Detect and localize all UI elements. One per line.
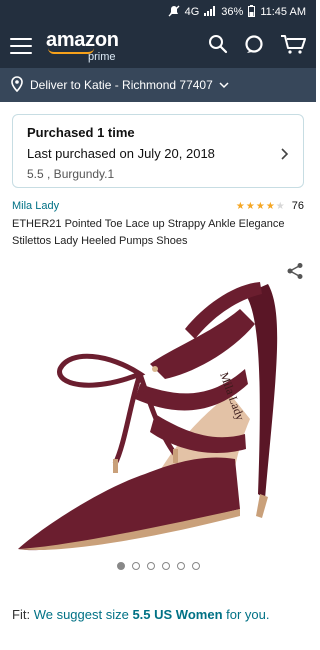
fit-text-end: for you.: [226, 607, 270, 622]
purchase-history-card[interactable]: Purchased 1 time Last purchased on July …: [12, 114, 304, 188]
search-icon[interactable]: [208, 34, 228, 59]
alexa-icon[interactable]: [244, 34, 264, 59]
chevron-down-icon: [219, 78, 229, 92]
battery-label: 36%: [221, 6, 244, 18]
fit-text: We suggest size: [33, 607, 129, 622]
image-pager[interactable]: [0, 562, 316, 570]
deliver-text: Deliver to Katie - Richmond 77407: [30, 78, 213, 92]
recommended-size[interactable]: 5.5 US Women: [132, 607, 222, 622]
cart-icon[interactable]: [280, 34, 306, 59]
deliver-to-bar[interactable]: Deliver to Katie - Richmond 77407: [0, 68, 316, 102]
signal-icon: [204, 5, 216, 19]
product-title: ETHER21 Pointed Toe Lace up Strappy Ankl…: [12, 218, 285, 247]
rating[interactable]: ★★★★★ 76: [236, 200, 304, 212]
mute-icon: [168, 5, 180, 20]
star-rating: ★★★★★: [235, 200, 286, 212]
size-recommendation: Fit: We suggest size 5.5 US Women for yo…: [12, 607, 270, 622]
pager-dot[interactable]: [131, 562, 140, 570]
review-count: 76: [291, 200, 304, 212]
brand-link[interactable]: Mila Lady: [12, 200, 59, 212]
pager-dot[interactable]: [146, 562, 155, 570]
logo-prime: prime: [88, 50, 116, 63]
status-bar: 4G 36% 11:45 AM: [0, 0, 316, 24]
pager-dot[interactable]: [191, 562, 200, 570]
pager-dot[interactable]: [116, 562, 125, 570]
pager-dot[interactable]: [161, 562, 170, 570]
purchased-variant: 5.5 , Burgundy.1: [27, 167, 115, 181]
chevron-right-icon: [281, 147, 289, 165]
menu-icon[interactable]: [10, 38, 32, 54]
pager-dot[interactable]: [176, 562, 185, 570]
purchase-count: Purchased 1 time: [27, 125, 135, 140]
fit-label: Fit:: [12, 607, 31, 622]
network-label: 4G: [184, 6, 200, 18]
clock: 11:45 AM: [260, 6, 306, 18]
product-image: Mila Lady: [18, 282, 278, 551]
product-image-gallery[interactable]: Mila Lady: [0, 254, 316, 574]
last-purchased-date: Last purchased on July 20, 2018: [27, 146, 215, 161]
amazon-prime-logo[interactable]: amazon prime: [46, 30, 119, 63]
app-header: amazon prime: [0, 24, 316, 68]
battery-icon: [248, 4, 256, 20]
location-pin-icon: [10, 75, 24, 95]
logo-word: amazon: [46, 28, 119, 51]
